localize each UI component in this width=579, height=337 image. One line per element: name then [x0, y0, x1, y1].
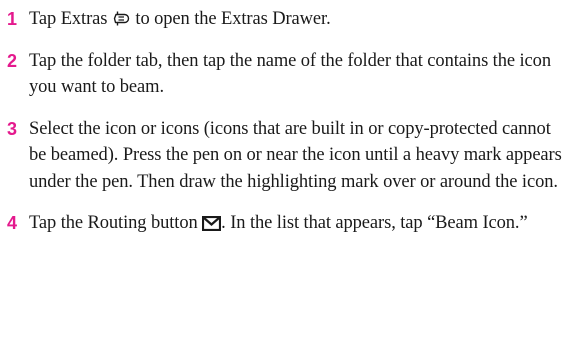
step-text-part: Tap the Routing button: [29, 213, 203, 233]
step-3: 3 Select the icon or icons (icons that a…: [7, 116, 572, 196]
step-text-part: to open the Extras Drawer.: [130, 9, 331, 29]
step-4: 4 Tap the Routing button . In the list t…: [7, 210, 572, 237]
step-number: 1: [7, 9, 18, 29]
step-text: Tap the Routing button . In the list tha…: [29, 210, 572, 237]
step-text-part: . In the list that appears, tap “Beam Ic…: [221, 213, 528, 233]
instruction-steps: 1 Tap Extras to open the Extras Drawer. …: [7, 6, 572, 237]
step-text-part: Tap Extras: [29, 9, 112, 29]
extras-drawer-icon: [112, 10, 131, 27]
step-2: 2 Tap the folder tab, then tap the name …: [7, 48, 572, 101]
step-number: 3: [7, 118, 18, 139]
step-number: 4: [7, 213, 18, 233]
step-text: Tap Extras to open the Extras Drawer.: [29, 6, 572, 33]
routing-envelope-icon: [202, 216, 222, 231]
step-number: 2: [7, 50, 18, 71]
step-1: 1 Tap Extras to open the Extras Drawer.: [7, 6, 572, 33]
step-text: Tap the folder tab, then tap the name of…: [29, 50, 551, 98]
step-text: Select the icon or icons (icons that are…: [29, 118, 562, 192]
